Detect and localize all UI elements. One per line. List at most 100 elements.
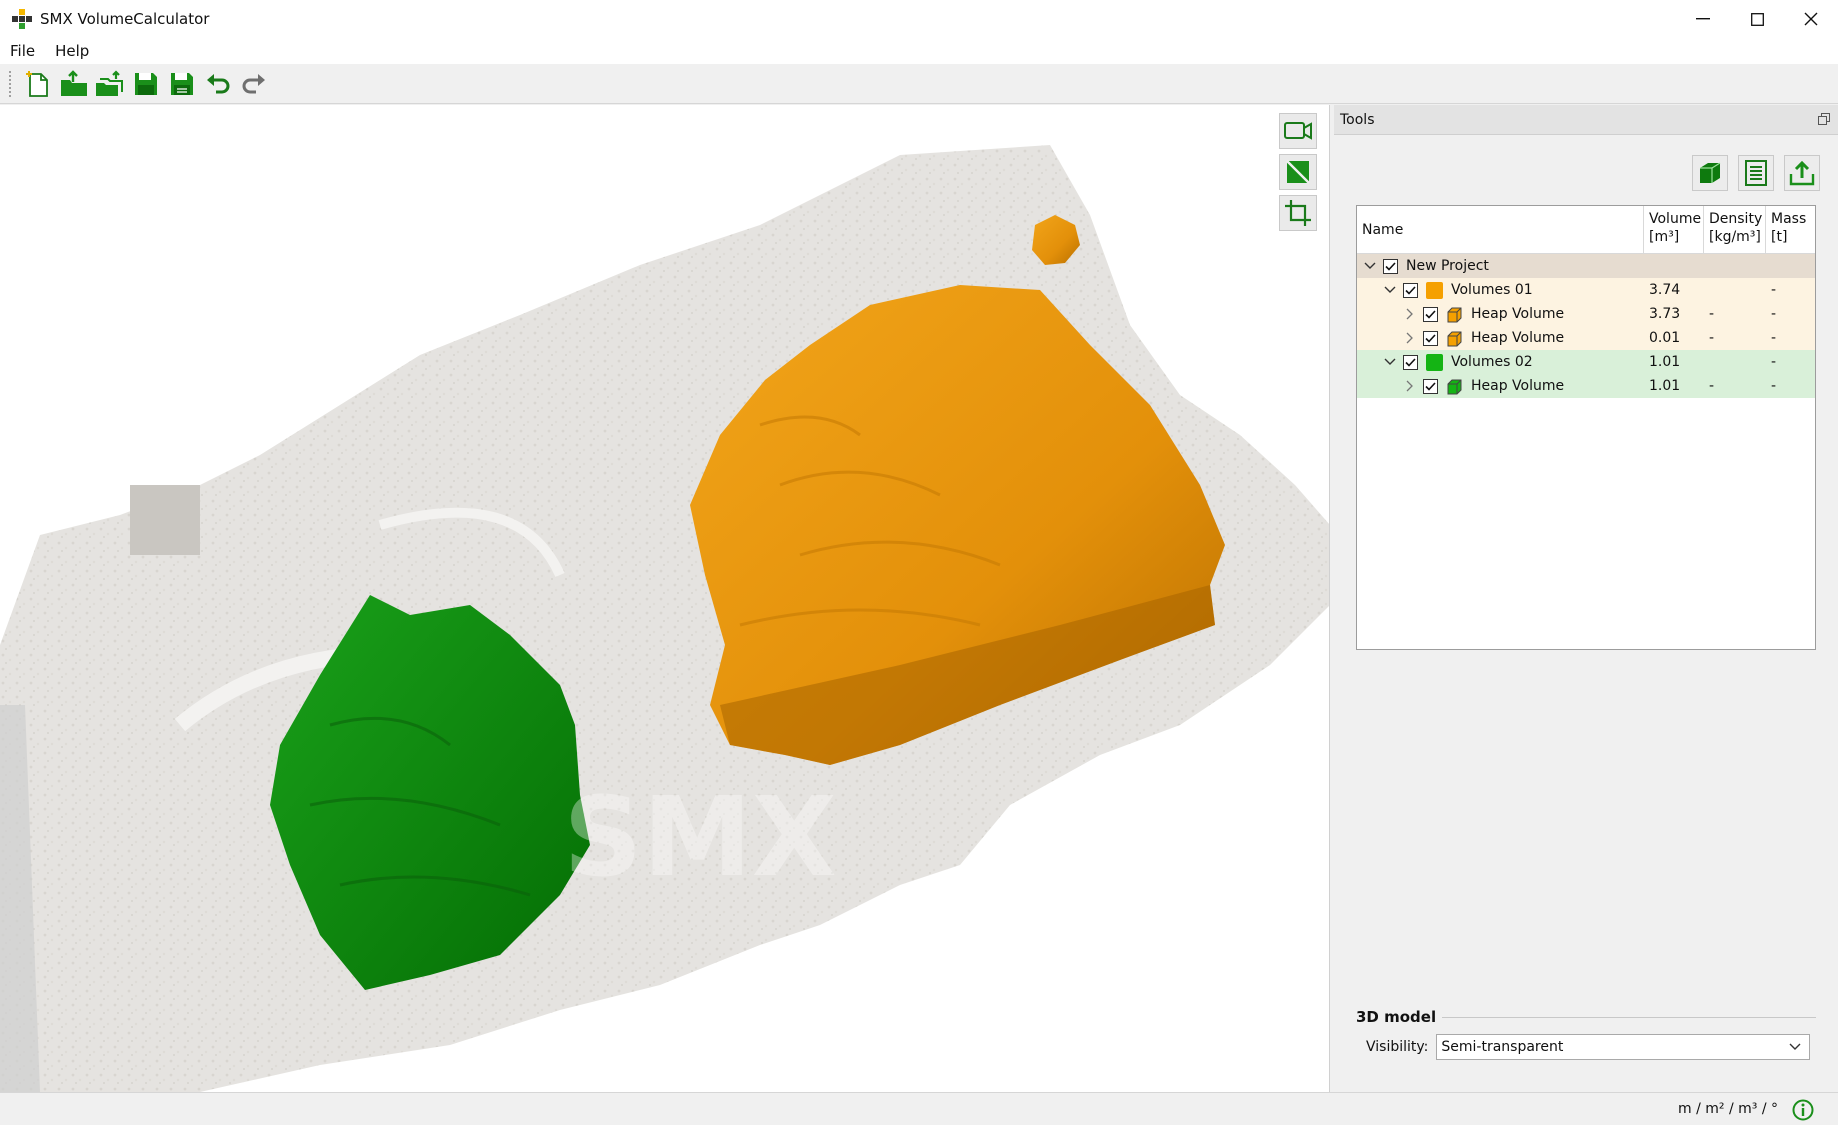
undo-button[interactable] [200,67,236,101]
visibility-checkbox[interactable] [1403,354,1418,370]
column-mass[interactable]: Mass [t] [1766,206,1815,253]
menu-bar: File Help [0,38,1838,64]
column-density-label: Density [1709,211,1763,227]
chevron-down-icon [1789,1043,1801,1050]
crop-button[interactable] [1279,195,1317,231]
section-divider [1442,1016,1816,1018]
volume-cell: 1.01 [1649,354,1681,370]
units-readout: m / m² / m³ / ° [1678,1101,1778,1117]
tree-row[interactable]: Heap Volume 3.73 - - [1357,302,1815,326]
visibility-checkbox[interactable] [1423,330,1438,346]
tools-panel-title: Tools [1340,111,1375,128]
report-button[interactable] [1738,155,1774,191]
save-button[interactable] [128,67,164,101]
tree-name-cell: Heap Volume [1357,374,1644,398]
checkmark-icon [1385,261,1396,271]
heap-volume-icon [1446,306,1463,323]
volume-tree-table[interactable]: Name Volume [m³] Density [kg/m³] Mass [t… [1356,205,1816,650]
maximize-icon [1750,12,1764,26]
density-cell: - [1709,378,1715,394]
open-folder-icon [61,69,87,96]
visibility-checkbox[interactable] [1383,258,1398,274]
tree-row[interactable]: Heap Volume 1.01 - - [1357,374,1815,398]
toolbar-grip[interactable] [8,69,12,98]
chevron-down-icon[interactable] [1383,355,1397,369]
status-bar: m / m² / m³ / ° [0,1092,1838,1125]
chevron-down-icon[interactable] [1383,283,1397,297]
tree-row[interactable]: Volumes 01 3.74 - [1357,278,1815,302]
add-volume-button[interactable] [1692,155,1728,191]
tree-name-cell: New Project [1357,254,1644,278]
group-color-swatch[interactable] [1426,281,1443,299]
draw-polygon-icon [1286,160,1310,184]
tree-name-cell: Volumes 01 [1357,278,1644,302]
volume-cell: 1.01 [1649,378,1681,394]
close-button[interactable] [1784,0,1838,38]
tree-row[interactable]: Volumes 02 1.01 - [1357,350,1815,374]
redo-button[interactable] [236,67,272,101]
column-volume[interactable]: Volume [m³] [1644,206,1704,253]
chevron-right-icon[interactable] [1403,331,1417,345]
menu-help[interactable]: Help [45,42,99,60]
tree-rows: New Project Volumes 01 3.74 - Heap Volume 3.7… [1357,254,1815,398]
visibility-label: Visibility: [1366,1039,1429,1055]
3d-viewport[interactable]: SMX [0,105,1330,1092]
tools-panel: Tools Name Volume [m³] Density [kg/m³] M… [1334,105,1838,1092]
terrain-model[interactable]: SMX [0,105,1330,1092]
panel-actions [1692,155,1820,191]
tree-row[interactable]: Heap Volume 0.01 - - [1357,326,1815,350]
close-icon [1804,12,1818,26]
maximize-button[interactable] [1730,0,1784,38]
minimize-button[interactable] [1676,0,1730,38]
undo-icon [207,73,230,93]
save-as-button[interactable] [164,67,200,101]
column-density[interactable]: Density [kg/m³] [1704,206,1766,253]
model-section-label: 3D model [1356,1008,1437,1026]
chevron-down-icon[interactable] [1363,259,1377,273]
density-cell: - [1709,306,1715,322]
group-color-swatch[interactable] [1426,353,1443,371]
volume-cell: 0.01 [1649,330,1681,346]
visibility-checkbox[interactable] [1423,378,1438,394]
mass-cell: - [1771,354,1777,370]
tree-name-cell: Heap Volume [1357,326,1644,350]
model-section-title: 3D model [1356,1008,1816,1026]
float-panel-icon[interactable] [1818,113,1830,125]
draw-polygon-button[interactable] [1279,154,1317,190]
visibility-checkbox[interactable] [1423,306,1438,322]
checkmark-icon [1405,357,1416,367]
tools-panel-header: Tools [1334,105,1838,135]
visibility-checkbox[interactable] [1403,282,1418,298]
column-mass-label: Mass [1771,211,1807,227]
export-button[interactable] [1784,155,1820,191]
info-icon[interactable] [1792,1099,1814,1121]
volume-cell: 3.74 [1649,282,1681,298]
menu-file[interactable]: File [0,42,45,60]
chevron-right-icon[interactable] [1403,379,1417,393]
camera-view-button[interactable] [1279,113,1317,149]
tree-row[interactable]: New Project [1357,254,1815,278]
column-name[interactable]: Name [1357,206,1644,253]
tree-item-label: Heap Volume [1471,378,1565,394]
camera-icon [1284,122,1312,140]
density-cell: - [1709,330,1715,346]
open-button[interactable] [56,67,92,101]
save-icon [135,72,157,95]
save-as-icon [171,72,193,95]
export-icon [1789,160,1815,186]
mass-cell: - [1771,282,1777,298]
visibility-value: Semi-transparent [1441,1039,1564,1055]
checkmark-icon [1425,333,1436,343]
tree-name-cell: Heap Volume [1357,302,1644,326]
open-multiple-button[interactable] [92,67,128,101]
open-multiple-icon [96,69,123,96]
column-name-label: Name [1362,221,1404,238]
viewport-watermark: SMX [563,773,837,901]
mass-cell: - [1771,306,1777,322]
column-volume-unit: [m³] [1649,229,1680,245]
crop-icon [1285,200,1311,226]
new-project-button[interactable] [20,67,56,101]
visibility-select[interactable]: Semi-transparent [1436,1034,1811,1060]
column-density-unit: [kg/m³] [1709,229,1761,245]
chevron-right-icon[interactable] [1403,307,1417,321]
